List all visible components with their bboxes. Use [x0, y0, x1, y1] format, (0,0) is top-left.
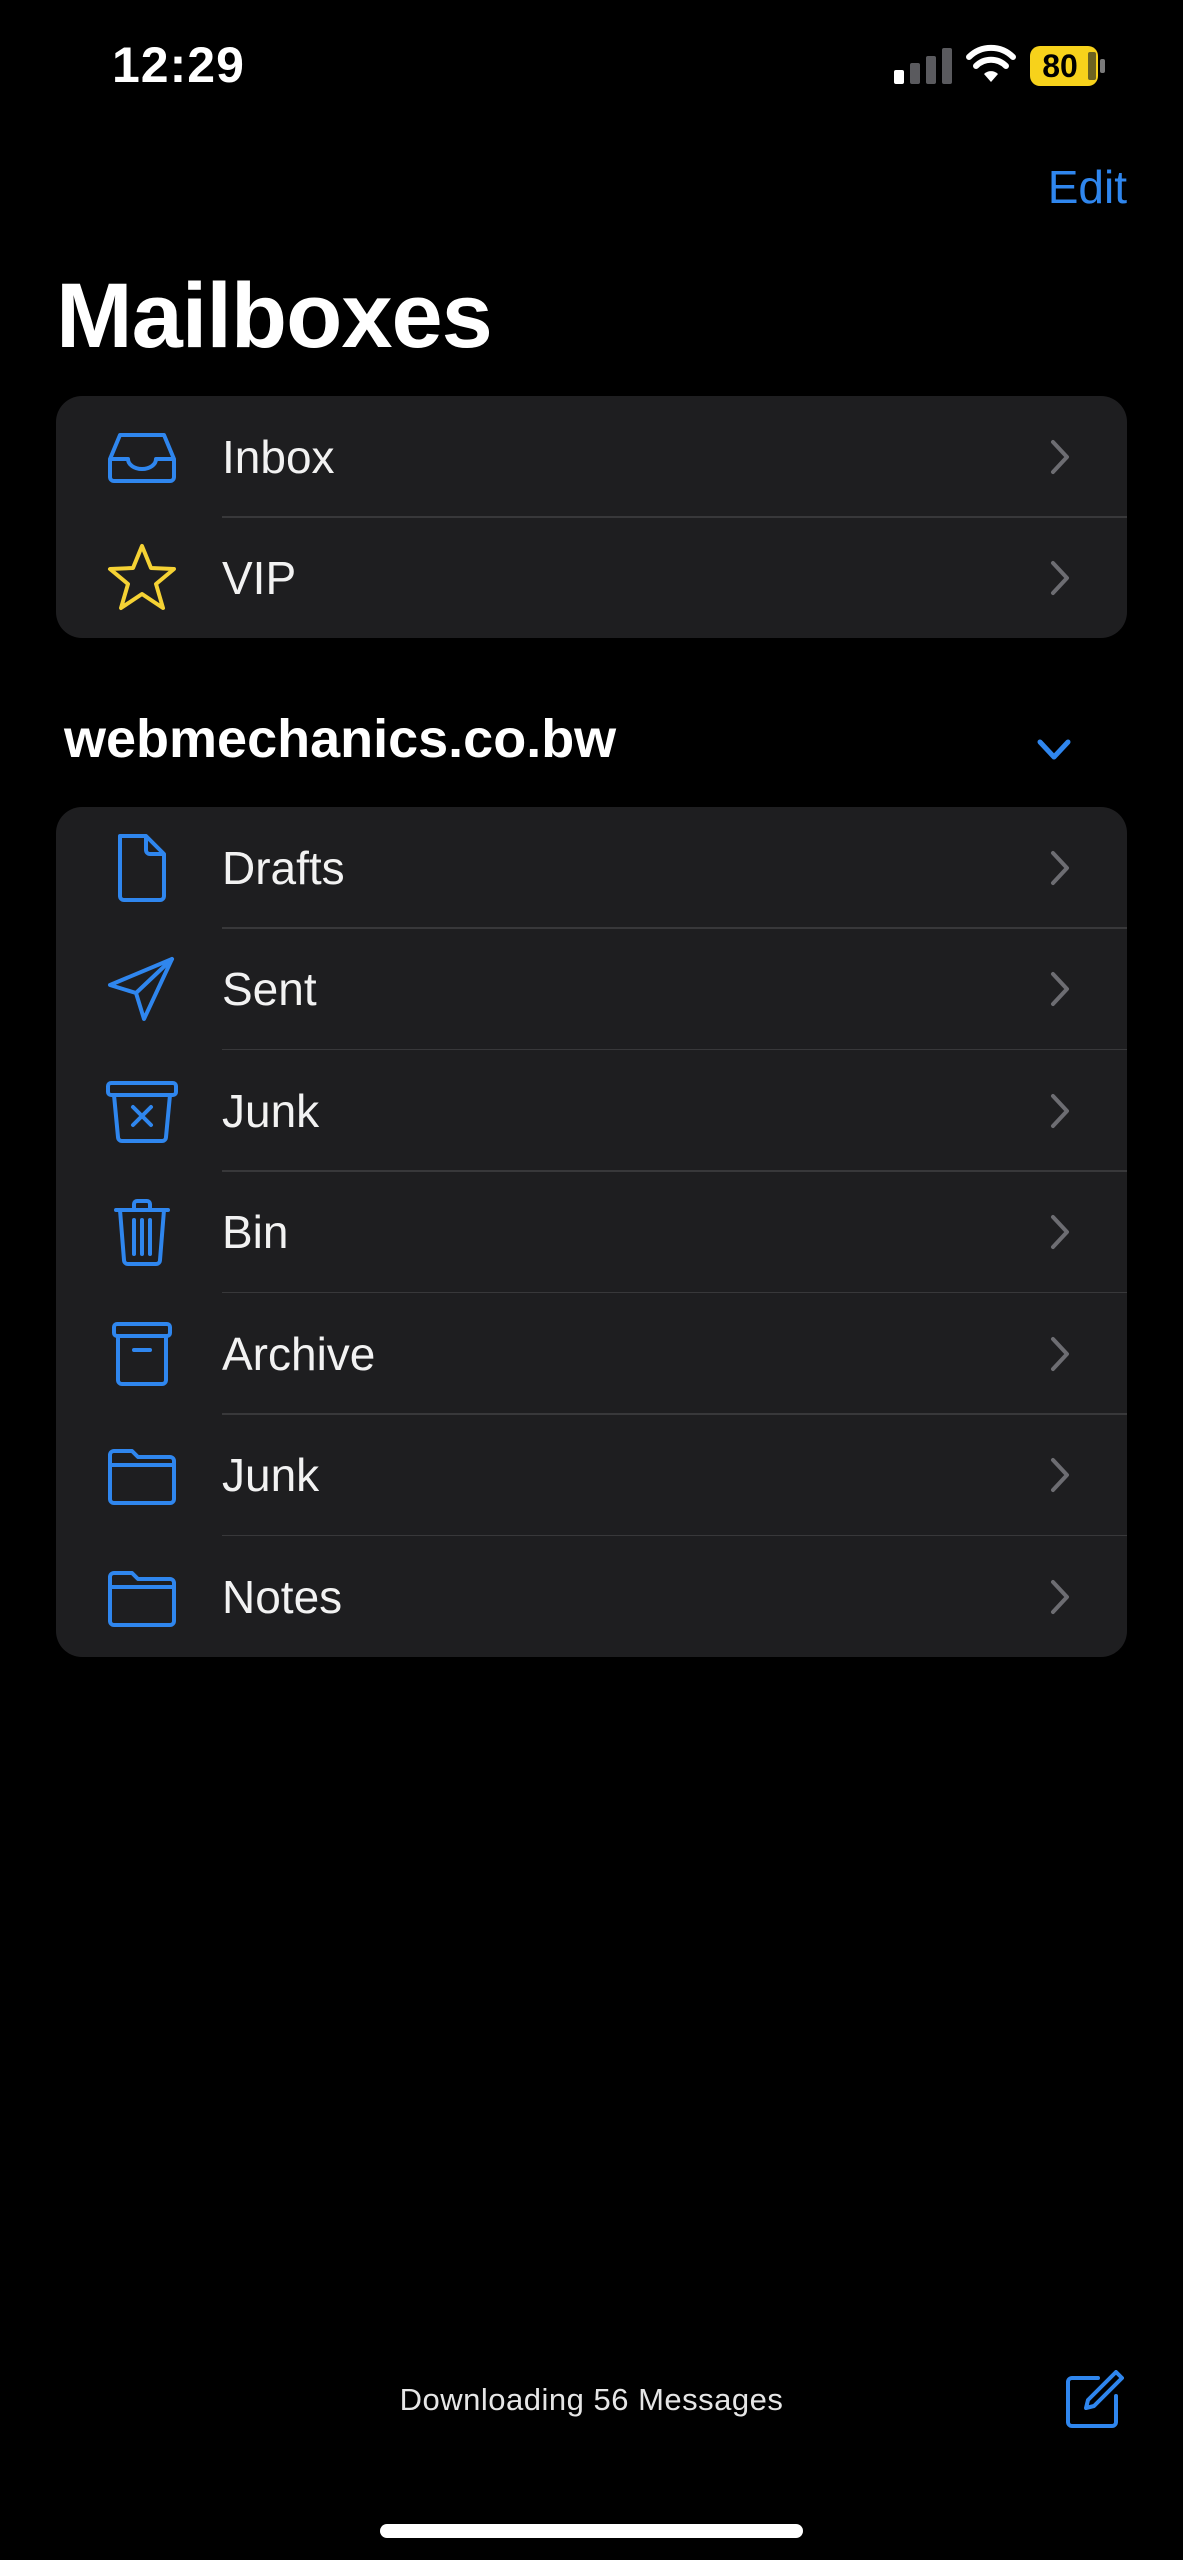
junk-bin-icon: [106, 1075, 178, 1147]
folder-icon: [106, 1439, 178, 1511]
favorites-group: Inbox VIP: [56, 396, 1127, 638]
battery-level: 80: [1042, 48, 1078, 84]
paper-plane-icon: [106, 953, 178, 1025]
chevron-right-icon: [1049, 559, 1071, 597]
chevron-right-icon: [1049, 1213, 1071, 1251]
mailbox-row-sent[interactable]: Sent: [56, 929, 1127, 1050]
wifi-icon: [966, 44, 1016, 84]
trash-icon: [106, 1196, 178, 1268]
mailbox-row-vip[interactable]: VIP: [56, 518, 1127, 639]
status-bar: 12:29 80: [0, 0, 1183, 140]
star-icon: [106, 542, 178, 614]
folder-icon: [106, 1561, 178, 1633]
mailbox-row-junk[interactable]: Junk: [56, 1050, 1127, 1172]
battery-icon: 80: [1030, 46, 1106, 86]
chevron-right-icon: [1049, 970, 1071, 1008]
mailbox-label: Bin: [222, 1206, 289, 1259]
chevron-right-icon: [1049, 849, 1071, 887]
page-title: Mailboxes: [56, 265, 493, 367]
download-status-text: Downloading 56 Messages: [399, 2382, 784, 2417]
mailbox-row-junk-folder[interactable]: Junk: [56, 1415, 1127, 1536]
edit-button[interactable]: Edit: [1048, 160, 1127, 214]
chevron-right-icon: [1049, 438, 1071, 476]
mailbox-label: Junk: [222, 1084, 320, 1137]
mailbox-label: Notes: [222, 1570, 343, 1623]
chevron-right-icon: [1049, 1335, 1071, 1373]
mailbox-label: Inbox: [222, 430, 335, 483]
archive-box-icon: [106, 1318, 178, 1390]
mailbox-row-notes[interactable]: Notes: [56, 1536, 1127, 1657]
mailbox-row-archive[interactable]: Archive: [56, 1293, 1127, 1415]
mailbox-row-drafts[interactable]: Drafts: [56, 807, 1127, 929]
mailbox-label: Junk: [222, 1449, 320, 1502]
mailbox-label: Drafts: [222, 841, 345, 894]
document-icon: [106, 832, 178, 904]
mailbox-label: Sent: [222, 963, 317, 1016]
mailbox-row-inbox[interactable]: Inbox: [56, 396, 1127, 518]
mailbox-label: Archive: [222, 1327, 376, 1380]
mailbox-row-bin[interactable]: Bin: [56, 1172, 1127, 1293]
account-section-header[interactable]: webmechanics.co.bw: [64, 708, 616, 770]
home-indicator[interactable]: [380, 2524, 803, 2538]
compose-icon[interactable]: [1062, 2370, 1124, 2432]
cellular-signal-icon: [894, 48, 952, 84]
chevron-right-icon: [1049, 1092, 1071, 1130]
mailbox-label: VIP: [222, 552, 297, 605]
chevron-right-icon: [1049, 1456, 1071, 1494]
chevron-down-icon[interactable]: [1036, 738, 1072, 762]
account-mailboxes-group: Drafts Sent Junk Bin Archive Junk Notes: [56, 807, 1127, 1657]
status-time: 12:29: [112, 37, 245, 93]
inbox-tray-icon: [106, 421, 178, 493]
chevron-right-icon: [1049, 1578, 1071, 1616]
